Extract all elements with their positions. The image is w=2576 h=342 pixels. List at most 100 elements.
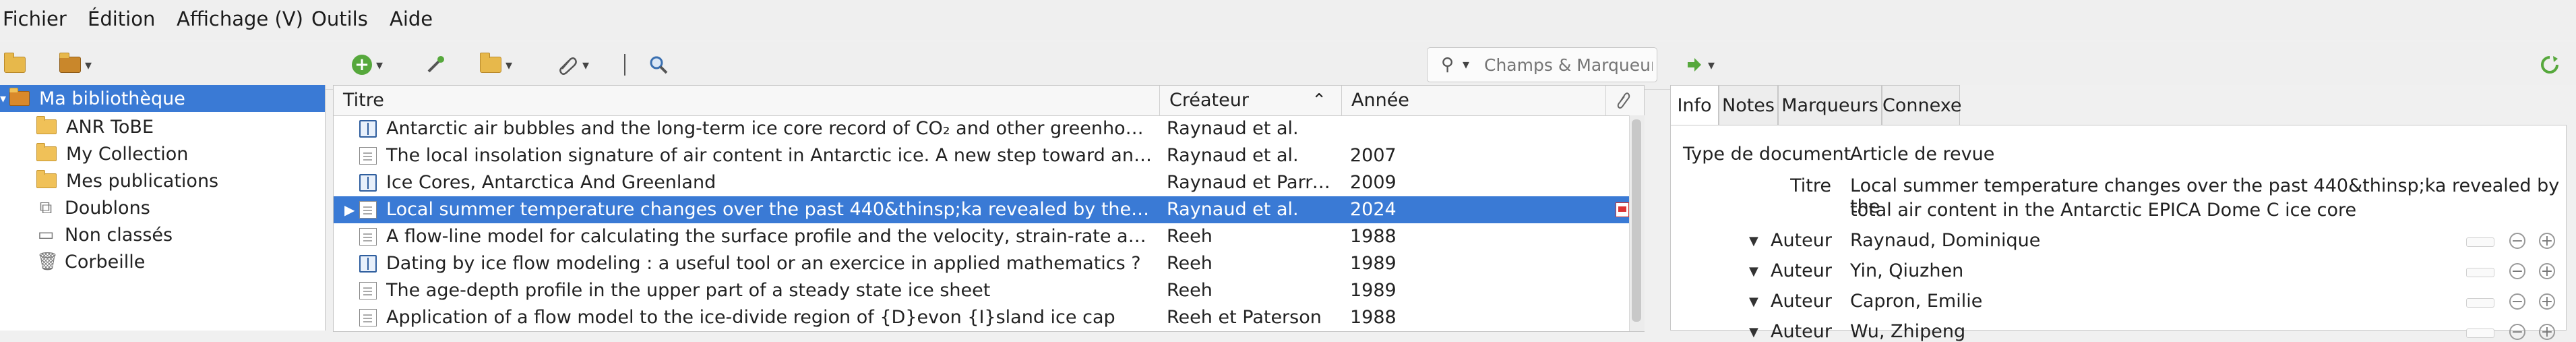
remove-author-icon[interactable]: −: [2509, 233, 2525, 249]
chevron-down-icon: ▾: [376, 57, 384, 73]
search-input[interactable]: [1483, 52, 1654, 78]
search-icon: ⚲: [1441, 55, 1454, 75]
field-label-author[interactable]: Auteur: [1771, 260, 1832, 281]
creator-type-menu-icon[interactable]: ▼: [1749, 295, 1758, 309]
collection-label: Doublons: [65, 197, 150, 219]
collection-my-collection[interactable]: My Collection: [0, 140, 325, 167]
collection-label: ANR ToBE: [66, 116, 154, 138]
add-author-icon[interactable]: +: [2539, 263, 2555, 279]
new-collection-button[interactable]: [4, 51, 26, 78]
unfiled-icon: ▭: [37, 225, 55, 245]
item-type-select[interactable]: Article de revue: [1850, 144, 1994, 165]
document-icon: [359, 282, 377, 300]
table-row-selected[interactable]: ▶ Local summer temperature changes over …: [334, 196, 1644, 223]
author-mode-toggle[interactable]: [2466, 329, 2494, 338]
new-item-button[interactable]: + ▾: [352, 51, 383, 78]
sort-ascending-icon: ⌃: [1312, 90, 1326, 111]
new-collection-icon: [4, 53, 26, 73]
creator-type-menu-icon[interactable]: ▼: [1749, 264, 1758, 279]
new-note-button[interactable]: ▾: [480, 51, 512, 78]
tab-notes[interactable]: Notes: [1719, 85, 1778, 125]
row-year: 1988: [1350, 307, 1397, 328]
collection-unfiled[interactable]: ▭ Non classés: [0, 221, 325, 248]
collection-my-publications[interactable]: Mes publications: [0, 167, 325, 194]
creator-type-menu-icon[interactable]: ▼: [1749, 234, 1758, 248]
expand-arrow-icon[interactable]: ▶: [344, 196, 355, 223]
table-row[interactable]: The local insolation signature of air co…: [334, 142, 1644, 169]
menu-aide[interactable]: Aide: [390, 7, 433, 30]
arrow-right-icon: [1688, 58, 1701, 72]
chevron-down-icon: ▾: [505, 57, 513, 73]
sync-button[interactable]: [2540, 51, 2560, 78]
add-attachment-button[interactable]: ▾: [557, 51, 589, 78]
remove-author-icon[interactable]: −: [2509, 324, 2525, 340]
add-author-icon[interactable]: +: [2539, 293, 2555, 310]
row-year: 2024: [1350, 199, 1397, 220]
pdf-attachment-icon[interactable]: [1616, 202, 1629, 217]
author-name-field[interactable]: Capron, Emilie: [1850, 291, 1982, 312]
search-box[interactable]: ⚲ ▾: [1427, 47, 1657, 82]
table-row[interactable]: A flow-line model for calculating the su…: [334, 223, 1644, 250]
row-title: The age-depth profile in the upper part …: [386, 280, 991, 301]
book-icon: [359, 255, 377, 273]
tab-info[interactable]: Info: [1670, 85, 1719, 125]
field-label-title: Titre: [1790, 175, 1831, 196]
field-label-author[interactable]: Auteur: [1771, 230, 1832, 251]
locate-button[interactable]: ▾: [1685, 51, 1715, 78]
author-name-field[interactable]: Raynaud, Dominique: [1850, 230, 2040, 251]
column-header-attachments[interactable]: [1606, 86, 1644, 115]
table-row[interactable]: Application of a flow model to the ice-d…: [334, 304, 1644, 331]
add-by-identifier-button[interactable]: [425, 51, 446, 78]
table-row[interactable]: Ice Cores, Antarctica And Greenland Rayn…: [334, 169, 1644, 196]
column-header-creator[interactable]: Créateur ⌃: [1160, 86, 1342, 115]
menu-affichage[interactable]: Affichage (V): [177, 7, 303, 30]
advanced-search-button[interactable]: [648, 51, 669, 78]
menu-fichier[interactable]: Fichier: [3, 7, 67, 30]
author-mode-toggle[interactable]: [2466, 298, 2494, 308]
creator-type-menu-icon[interactable]: ▼: [1749, 325, 1758, 339]
collection-label: Mes publications: [66, 170, 219, 192]
menu-edition[interactable]: Édition: [88, 7, 155, 30]
author-name-field[interactable]: Wu, Zhipeng: [1850, 321, 1965, 342]
field-label-author[interactable]: Auteur: [1771, 291, 1832, 312]
add-author-icon[interactable]: +: [2539, 324, 2555, 340]
row-year: 2007: [1350, 145, 1397, 166]
collection-trash[interactable]: 🗑 Corbeille: [0, 248, 325, 275]
author-name-field[interactable]: Yin, Qiuzhen: [1850, 260, 1963, 281]
tab-related[interactable]: Connexe: [1882, 85, 1962, 125]
author-mode-toggle[interactable]: [2466, 237, 2494, 247]
author-mode-toggle[interactable]: [2466, 268, 2494, 277]
collection-anr-tobe[interactable]: ANR ToBE: [0, 113, 325, 140]
collection-label: Ma bibliothèque: [39, 88, 185, 109]
collection-my-library[interactable]: ▾ Ma bibliothèque: [0, 85, 325, 112]
items-pane: Titre Créateur ⌃ Année Antarctic air bubb…: [333, 85, 1645, 332]
book-icon: [359, 174, 377, 192]
row-year: [1350, 115, 1593, 142]
add-author-icon[interactable]: +: [2539, 233, 2555, 249]
library-icon: [9, 88, 30, 106]
row-creator: Raynaud et al.: [1167, 145, 1299, 166]
row-year: 1989: [1350, 280, 1397, 301]
scrollbar-thumb[interactable]: [1632, 119, 1641, 322]
field-label-author[interactable]: Auteur: [1771, 321, 1832, 342]
title-field-continued[interactable]: total air content in the Antarctic EPICA…: [1850, 200, 2356, 221]
search-mode-chevron-icon[interactable]: ▾: [1463, 56, 1469, 72]
info-panel: Type de document Article de revue Titre …: [1670, 125, 2567, 342]
column-header-year[interactable]: Année: [1342, 86, 1606, 115]
new-library-button[interactable]: ▾: [59, 51, 92, 78]
remove-author-icon[interactable]: −: [2509, 293, 2525, 310]
table-row[interactable]: Antarctic air bubbles and the long-term …: [334, 115, 1644, 142]
tab-tags[interactable]: Marqueurs: [1778, 85, 1882, 125]
column-header-title[interactable]: Titre: [334, 86, 1160, 115]
table-row[interactable]: The age-depth profile in the upper part …: [334, 277, 1644, 304]
menu-outils[interactable]: Outils: [311, 7, 368, 30]
table-row[interactable]: Dating by ice flow modeling : a useful t…: [334, 250, 1644, 277]
row-creator: Raynaud et Parrenin: [1167, 172, 1337, 193]
tab-label: Marqueurs: [1781, 95, 1878, 116]
tab-label: Info: [1677, 95, 1712, 116]
remove-author-icon[interactable]: −: [2509, 263, 2525, 279]
collapse-arrow-icon[interactable]: ▾: [0, 92, 9, 106]
toolbar-separator: [624, 51, 625, 78]
collection-duplicates[interactable]: ⧉ Doublons: [0, 194, 325, 221]
collection-label: Non classés: [65, 224, 173, 246]
